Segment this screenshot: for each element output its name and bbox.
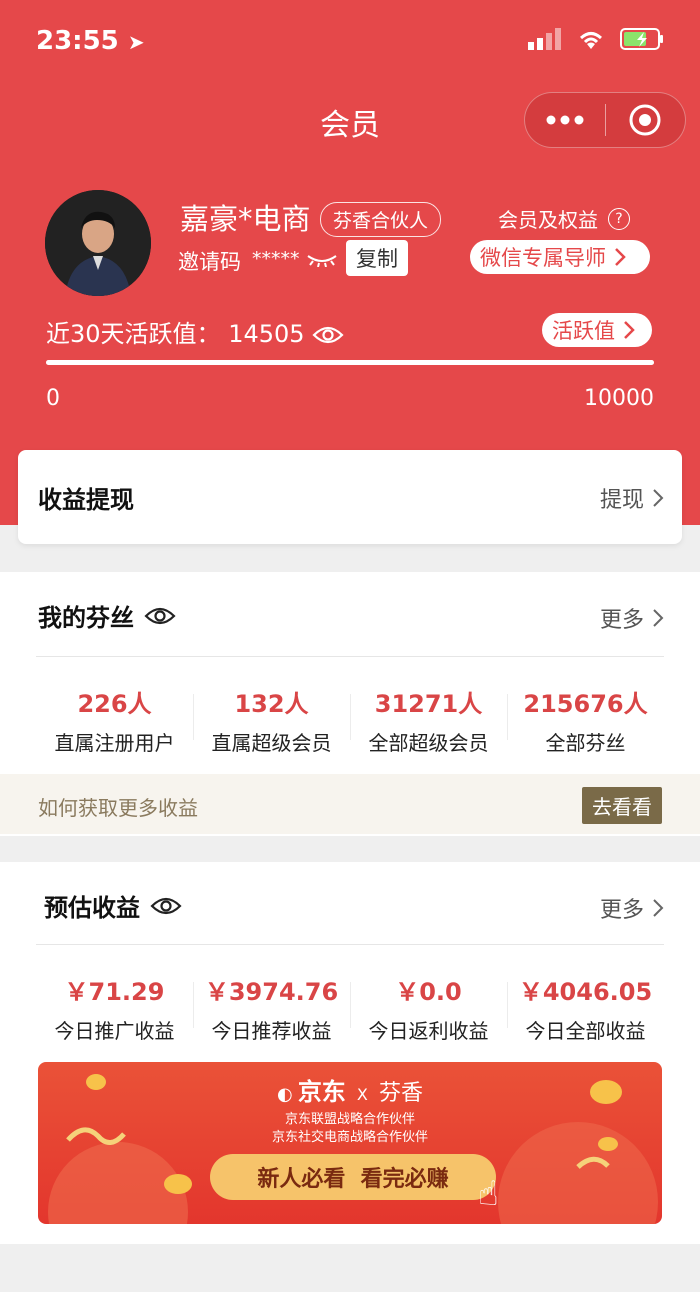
status-time: 23:55 ➤ — [36, 26, 145, 56]
earnings-stat[interactable]: ￥71.29 今日推广收益 — [36, 972, 193, 1044]
jd-partnership-banner[interactable]: ◐ 京东 X 芬香 京东联盟战略合作伙伴 京东社交电商战略合作伙伴 新人必看 看… — [38, 1062, 662, 1224]
activity-button-label: 活跃值 — [552, 319, 615, 343]
banner-cta-button[interactable]: 新人必看 看完必赚 — [210, 1154, 496, 1200]
stat-value: 215676人 — [523, 690, 648, 718]
divider — [36, 656, 664, 657]
withdraw-link[interactable]: 提现 — [600, 482, 664, 514]
fans-stat[interactable]: 226人直属注册用户 — [36, 684, 193, 756]
chevron-right-icon — [653, 489, 664, 507]
banner-brand-row: ◐ 京东 X 芬香 — [38, 1072, 662, 1107]
stat-value: 226人 — [77, 690, 152, 718]
member-rights-label: 会员及权益 — [498, 208, 598, 232]
jd-logo-icon: ◐ — [277, 1084, 293, 1105]
chevron-right-icon — [615, 248, 626, 266]
withdraw-title: 收益提现 — [38, 486, 134, 514]
stat-label: 今日返利收益 — [368, 1019, 489, 1043]
stat-value: ￥3974.76 — [204, 978, 339, 1006]
more-dots-icon — [546, 115, 584, 125]
withdraw-link-label: 提现 — [599, 488, 644, 513]
eye-icon[interactable] — [150, 896, 182, 916]
stat-label: 全部超级会员 — [368, 731, 489, 755]
stat-label: 直属超级会员 — [211, 731, 332, 755]
wechat-mentor-button[interactable]: 微信专属导师 — [470, 240, 650, 274]
chevron-right-icon — [653, 899, 664, 917]
banner-line-2: 京东社交电商战略合作伙伴 — [271, 1130, 428, 1145]
earnings-stat[interactable]: ￥0.0 今日返利收益 — [350, 972, 507, 1044]
activity-label: 近30天活跃值： — [46, 320, 221, 348]
wifi-icon — [579, 32, 603, 49]
member-tag: 芬香合伙人 — [320, 202, 442, 237]
progress-max-label: 10000 — [584, 386, 654, 411]
stat-label: 今日全部收益 — [525, 1019, 646, 1043]
divider — [36, 944, 664, 945]
stat-label: 今日推广收益 — [54, 1019, 175, 1043]
earnings-more-link[interactable]: 更多 — [600, 892, 664, 924]
fans-stat[interactable]: 132人直属超级会员 — [193, 684, 350, 756]
banner-brand-left: 京东 — [297, 1078, 346, 1106]
stat-value: ￥4046.05 — [518, 978, 653, 1006]
invite-label: 邀请码 — [178, 250, 241, 274]
signal-icon — [528, 28, 561, 50]
withdraw-card[interactable]: 收益提现 提现 — [18, 450, 682, 544]
eye-closed-icon[interactable] — [306, 253, 338, 267]
avatar[interactable] — [45, 190, 151, 296]
stat-label: 今日推荐收益 — [211, 1019, 332, 1043]
target-close-icon — [629, 104, 661, 136]
miniprogram-capsule — [524, 92, 686, 148]
battery-icon — [620, 28, 663, 50]
fans-more-link[interactable]: 更多 — [600, 602, 664, 634]
fans-stats: 226人直属注册用户 132人直属超级会员 31271人全部超级会员 21567… — [36, 684, 664, 756]
pointer-hand-icon: ☝ — [478, 1174, 499, 1214]
chevron-right-icon — [653, 609, 664, 627]
activity-progress-bar — [46, 360, 654, 365]
fans-stat[interactable]: 215676人全部芬丝 — [507, 684, 664, 756]
earnings-more-label: 更多 — [599, 898, 644, 923]
chevron-right-icon — [624, 321, 635, 339]
earnings-stats: ￥71.29 今日推广收益 ￥3974.76 今日推荐收益 ￥0.0 今日返利收益 ￥… — [36, 972, 664, 1044]
earn-more-tip: 如何获取更多收益 去看看 — [0, 774, 700, 834]
fans-stat[interactable]: 31271人全部超级会员 — [350, 684, 507, 756]
fans-section: 我的芬丝 更多 226人直属注册用户 132人直属超级会员 31271人全部超级… — [0, 572, 700, 836]
copy-button[interactable]: 复制 — [346, 240, 408, 276]
stat-value: ￥0.0 — [395, 978, 462, 1006]
stat-value: 31271人 — [374, 690, 483, 718]
eye-icon[interactable] — [144, 606, 176, 626]
help-icon[interactable]: ? — [608, 207, 630, 230]
stat-value: ￥71.29 — [64, 978, 165, 1006]
earnings-stat[interactable]: ￥3974.76 今日推荐收益 — [193, 972, 350, 1044]
banner-brand-x: X — [356, 1085, 368, 1104]
tip-text: 如何获取更多收益 — [38, 796, 198, 820]
activity-button[interactable]: 活跃值 — [542, 313, 652, 347]
fans-title: 我的芬丝 — [38, 598, 176, 633]
close-miniprogram-button[interactable] — [606, 93, 686, 147]
activity-number: 14505 — [228, 320, 305, 348]
earnings-title: 预估收益 — [44, 888, 182, 923]
wechat-mentor-label: 微信专属导师 — [480, 246, 606, 270]
stat-value: 132人 — [234, 690, 309, 718]
stat-label: 全部芬丝 — [545, 731, 626, 755]
go-see-button[interactable]: 去看看 — [582, 787, 662, 824]
invite-code: ***** — [252, 248, 338, 270]
activity-progress-fill — [46, 360, 654, 365]
banner-brand-right: 芬香 — [378, 1081, 423, 1106]
user-name: 嘉豪*电商 — [180, 202, 311, 236]
earnings-stat[interactable]: ￥4046.05 今日全部收益 — [507, 972, 664, 1044]
more-menu-button[interactable] — [525, 93, 605, 147]
banner-line-1: 京东联盟战略合作伙伴 — [284, 1112, 415, 1127]
activity-value: 近30天活跃值： 14505 — [46, 314, 344, 349]
member-rights-link[interactable]: 会员及权益 ? — [498, 204, 630, 233]
fans-more-label: 更多 — [599, 608, 644, 633]
progress-min-label: 0 — [46, 386, 60, 411]
status-icons — [528, 28, 664, 50]
stat-label: 直属注册用户 — [54, 731, 175, 755]
location-arrow-icon: ➤ — [127, 30, 145, 54]
eye-icon[interactable] — [312, 325, 344, 345]
